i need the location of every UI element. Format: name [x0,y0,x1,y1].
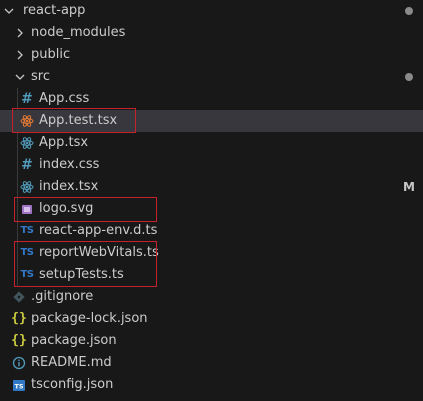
modified-badge: M [403,180,415,194]
file-index-css[interactable]: # index.css [0,154,423,176]
file-label: logo.svg [39,201,94,216]
file-label: tsconfig.json [31,377,114,392]
file-gitignore[interactable]: .gitignore [0,286,423,308]
file-explorer-tree: react-app node_modules public src # App.… [0,0,423,396]
typescript-icon: TS [20,247,34,258]
file-label: setupTests.ts [39,267,124,282]
folder-public[interactable]: public [0,44,423,66]
modified-status-dot [405,73,413,81]
typescript-icon: TS [20,269,34,280]
file-label: react-app-env.d.ts [39,223,158,238]
svg-image-icon [19,198,35,220]
file-setup-tests-ts[interactable]: TS setupTests.ts [0,264,423,286]
typescript-icon: TS [20,225,34,236]
file-index-tsx[interactable]: index.tsx M [0,176,423,198]
modified-status-dot [405,7,413,15]
css-hash-icon: # [21,91,33,107]
react-test-icon [19,110,35,132]
folder-src[interactable]: src [0,66,423,88]
file-label: README.md [31,355,112,370]
folder-label: public [31,47,71,62]
file-label: package.json [31,333,117,348]
file-package-json[interactable]: {} package.json [0,330,423,352]
file-app-tsx[interactable]: App.tsx [0,132,423,154]
chevron-right-icon[interactable] [14,44,26,66]
file-app-css[interactable]: # App.css [0,88,423,110]
file-logo-svg[interactable]: logo.svg [0,198,423,220]
css-hash-icon: # [21,157,33,173]
file-react-app-env-d-ts[interactable]: TS react-app-env.d.ts [0,220,423,242]
json-braces-icon: {} [11,311,27,326]
json-braces-icon: {} [11,333,27,348]
chevron-down-icon[interactable] [14,66,26,88]
indent-guide [17,88,18,286]
info-icon [11,352,27,374]
chevron-right-icon[interactable] [14,22,26,44]
svg-text:TS: TS [14,383,23,391]
folder-label: react-app [23,3,86,18]
react-icon [19,132,35,154]
tsconfig-icon: TS [11,374,27,396]
folder-label: node_modules [31,25,126,40]
file-label: reportWebVitals.ts [39,245,159,260]
file-label: package-lock.json [31,311,148,326]
file-app-test-tsx[interactable]: App.test.tsx [0,110,423,132]
file-label: App.tsx [39,135,89,150]
file-label: App.css [39,91,90,106]
file-package-lock-json[interactable]: {} package-lock.json [0,308,423,330]
file-label: App.test.tsx [39,113,118,128]
file-report-web-vitals-ts[interactable]: TS reportWebVitals.ts [0,242,423,264]
file-tsconfig-json[interactable]: TS tsconfig.json [0,374,423,396]
git-icon [11,286,27,308]
file-label: .gitignore [31,289,94,304]
file-label: index.css [39,157,100,172]
folder-node-modules[interactable]: node_modules [0,22,423,44]
file-readme-md[interactable]: README.md [0,352,423,374]
folder-label: src [31,69,50,84]
file-label: index.tsx [39,179,99,194]
chevron-down-icon[interactable] [3,0,15,22]
folder-react-app[interactable]: react-app [0,0,423,22]
react-icon [19,176,35,198]
